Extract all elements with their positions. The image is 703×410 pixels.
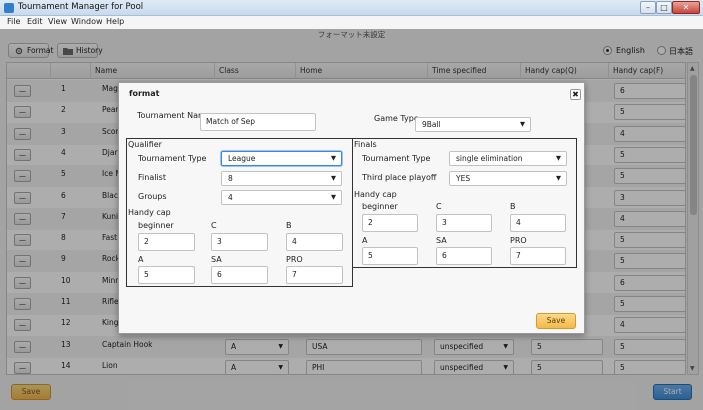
third-place-value: YES xyxy=(456,174,471,183)
qualifier-sa-label: SA xyxy=(211,255,222,264)
finals-sa-input[interactable]: 6 xyxy=(436,247,492,265)
chevron-down-icon: ▼ xyxy=(556,154,561,162)
game-type-value: 9Ball xyxy=(422,120,441,129)
qualifier-c-label: C xyxy=(211,221,217,230)
menu-window[interactable]: Window xyxy=(71,17,103,26)
finals-c-label: C xyxy=(436,202,442,211)
window-title: Tournament Manager for Pool xyxy=(18,2,144,12)
groups-select[interactable]: 4 ▼ xyxy=(221,190,342,205)
chevron-down-icon: ▼ xyxy=(520,120,525,128)
finals-pro-input[interactable]: 7 xyxy=(510,247,566,265)
qualifier-tournament-type-select[interactable]: League ▼ xyxy=(221,151,342,166)
finalist-value: 8 xyxy=(228,174,233,183)
finalist-label: Finalist xyxy=(138,173,166,182)
menu-help[interactable]: Help xyxy=(106,17,124,26)
menu-view[interactable]: View xyxy=(48,17,67,26)
chevron-down-icon: ▼ xyxy=(556,174,561,182)
minimize-icon[interactable]: – xyxy=(640,1,656,14)
finals-heading: Finals xyxy=(354,140,377,149)
qualifier-heading: Qualifier xyxy=(128,140,162,149)
dialog-close-icon[interactable]: ✖ xyxy=(570,89,581,100)
finals-c-input[interactable]: 3 xyxy=(436,214,492,232)
qualifier-sa-input[interactable]: 6 xyxy=(211,266,268,284)
game-type-label: Game Type xyxy=(374,114,419,123)
finals-handy-cap-label: Handy cap xyxy=(354,190,397,199)
qualifier-pro-input[interactable]: 7 xyxy=(286,266,343,284)
qualifier-a-input[interactable]: 5 xyxy=(138,266,195,284)
groups-label: Groups xyxy=(138,192,167,201)
finals-tournament-type-label: Tournament Type xyxy=(362,154,431,163)
qualifier-tournament-type-label: Tournament Type xyxy=(138,154,207,163)
maximize-icon[interactable]: □ xyxy=(656,1,672,14)
qualifier-a-label: A xyxy=(138,255,144,264)
qualifier-c-input[interactable]: 3 xyxy=(211,233,268,251)
qualifier-b-input[interactable]: 4 xyxy=(286,233,343,251)
format-dialog: format ✖ Tournament Name Match of Sep Ga… xyxy=(118,82,585,334)
title-bar: Tournament Manager for Pool – □ ✕ xyxy=(0,0,703,16)
qualifier-b-label: B xyxy=(286,221,292,230)
menu-bar: File Edit View Window Help xyxy=(0,16,703,29)
chevron-down-icon: ▼ xyxy=(331,174,336,182)
qualifier-handy-cap-label: Handy cap xyxy=(128,208,171,217)
third-place-select[interactable]: YES ▼ xyxy=(449,171,567,186)
dialog-save-button[interactable]: Save xyxy=(536,313,576,329)
close-icon[interactable]: ✕ xyxy=(672,1,700,14)
qualifier-tournament-type-value: League xyxy=(228,154,256,163)
qualifier-beginner-input[interactable]: 2 xyxy=(138,233,195,251)
menu-file[interactable]: File xyxy=(7,17,20,26)
finals-beginner-input[interactable]: 2 xyxy=(362,214,418,232)
tournament-name-input[interactable]: Match of Sep xyxy=(200,113,316,131)
finals-tournament-type-value: single elimination xyxy=(456,154,523,163)
menu-edit[interactable]: Edit xyxy=(27,17,43,26)
finals-b-input[interactable]: 4 xyxy=(510,214,566,232)
finals-tournament-type-select[interactable]: single elimination ▼ xyxy=(449,151,567,166)
qualifier-pro-label: PRO xyxy=(286,255,303,264)
finalist-select[interactable]: 8 ▼ xyxy=(221,171,342,186)
finals-a-label: A xyxy=(362,236,368,245)
finals-beginner-label: beginner xyxy=(362,202,398,211)
qualifier-beginner-label: beginner xyxy=(138,221,174,230)
finals-pro-label: PRO xyxy=(510,236,527,245)
groups-value: 4 xyxy=(228,193,233,202)
third-place-label: Third place playoff xyxy=(362,173,437,182)
app-icon xyxy=(4,3,14,13)
finals-a-input[interactable]: 5 xyxy=(362,247,418,265)
finals-sa-label: SA xyxy=(436,236,447,245)
finals-b-label: B xyxy=(510,202,516,211)
chevron-down-icon: ▼ xyxy=(331,193,336,201)
chevron-down-icon: ▼ xyxy=(331,154,336,162)
dialog-title: format xyxy=(129,89,160,98)
game-type-select[interactable]: 9Ball ▼ xyxy=(415,117,531,132)
